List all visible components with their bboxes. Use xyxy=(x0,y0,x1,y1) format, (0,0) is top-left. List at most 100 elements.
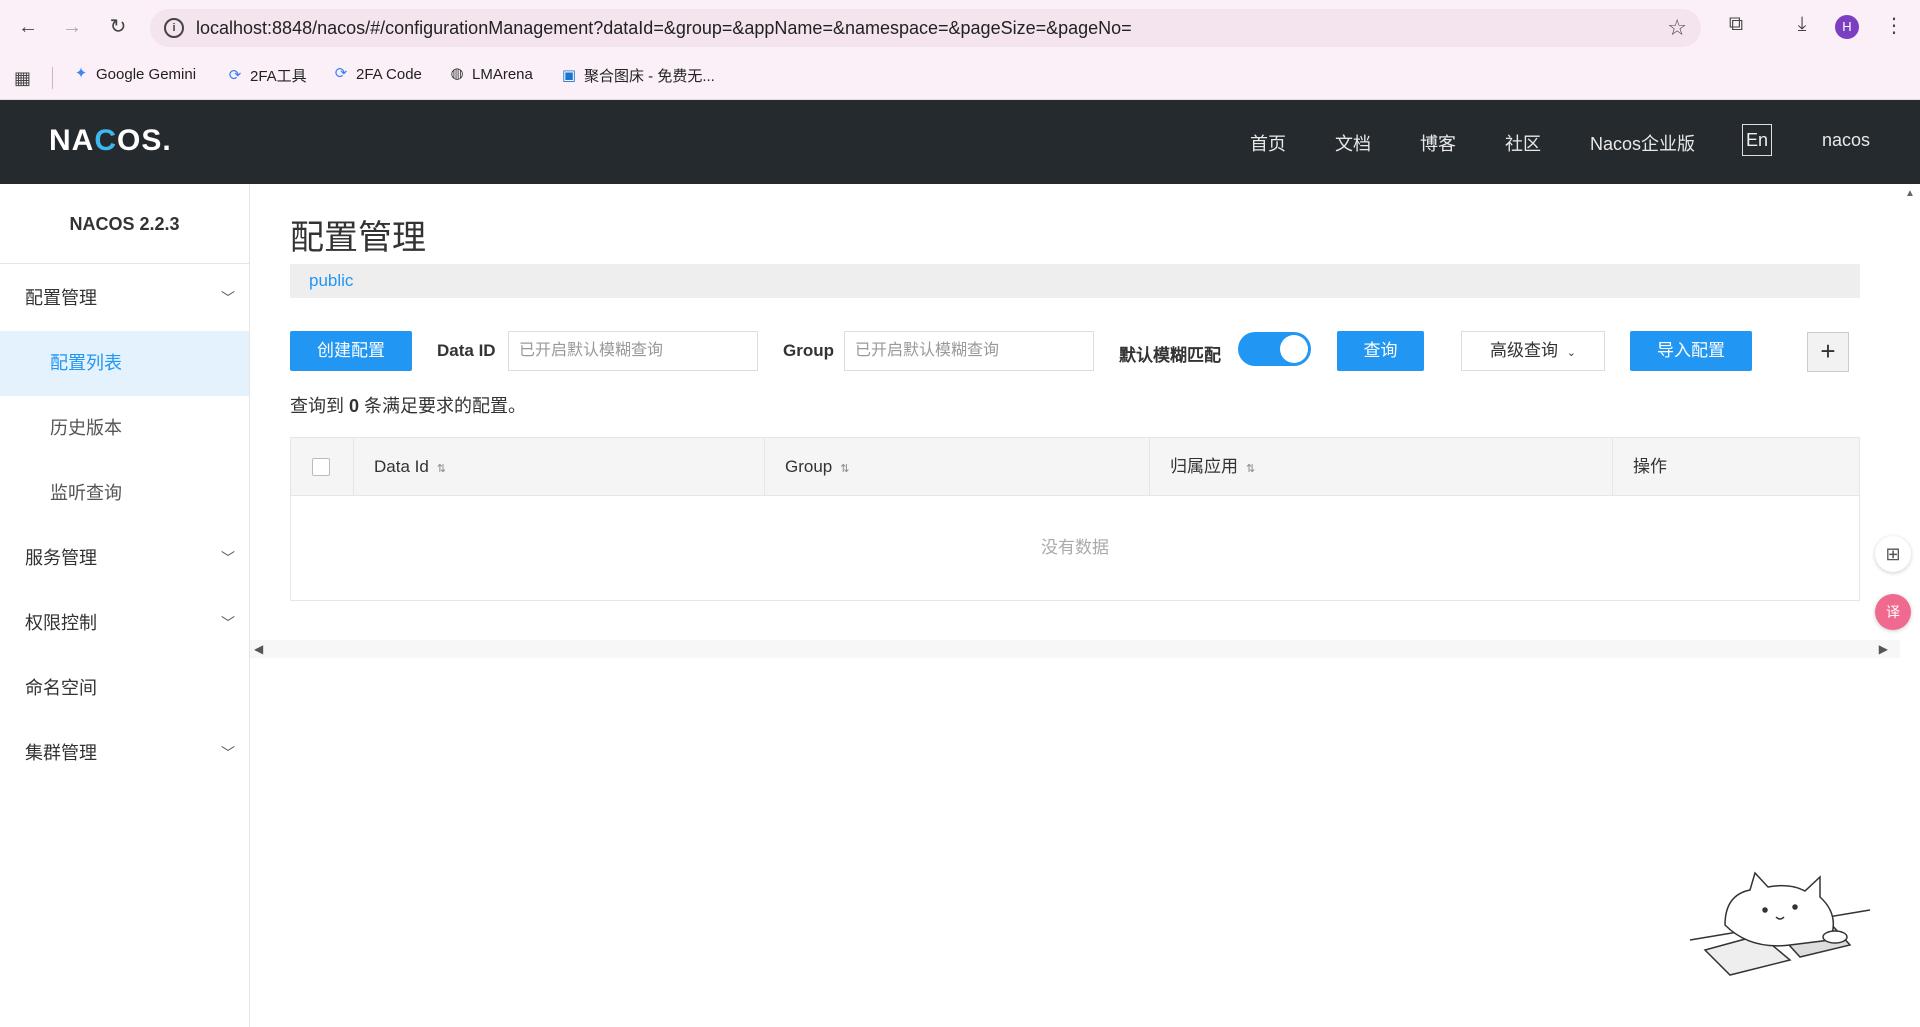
query-button[interactable]: 查询 xyxy=(1337,331,1424,371)
sidebar-item-label: 配置管理 xyxy=(25,288,97,308)
sidebar-item-label: 集群管理 xyxy=(25,743,97,763)
site-info-icon[interactable]: i xyxy=(164,18,184,38)
nav-blog[interactable]: 博客 xyxy=(1420,130,1456,156)
2fa-icon: ⟳ xyxy=(334,65,348,82)
column-label: 操作 xyxy=(1633,457,1667,476)
version-label: NACOS 2.2.3 xyxy=(0,184,249,264)
scroll-left-icon[interactable]: ◀ xyxy=(254,640,263,658)
bookmark-label: Google Gemini xyxy=(96,65,197,83)
profile-avatar[interactable]: H xyxy=(1835,15,1859,39)
dataid-input[interactable]: 已开启默认模糊查询 xyxy=(508,331,758,371)
sort-icon[interactable]: ⇅ xyxy=(1246,463,1255,475)
chevron-down-icon: ﹀ xyxy=(221,745,235,761)
more-actions-button[interactable]: + xyxy=(1807,332,1849,372)
create-config-button[interactable]: 创建配置 xyxy=(290,331,412,371)
sidebar-item-label: 服务管理 xyxy=(25,548,97,568)
sidebar-item-access-control[interactable]: 权限控制 ﹀ xyxy=(0,591,249,656)
bookmark-image-host[interactable]: ▣ 聚合图床 - 免费无... xyxy=(560,65,715,86)
nacos-logo[interactable]: NACOS. xyxy=(49,124,172,158)
app-header: NACOS. 首页 文档 博客 社区 Nacos企业版 En nacos xyxy=(0,100,1920,184)
bookmarks-bar: ▦ ✦ Google Gemini ⟳ 2FA工具 ⟳ 2FA Code ◍ L… xyxy=(0,55,1920,100)
bookmark-label: 2FA Code xyxy=(356,65,422,83)
bookmark-2fa-code[interactable]: ⟳ 2FA Code xyxy=(332,65,422,83)
scroll-up-icon[interactable]: ▲ xyxy=(1905,188,1915,199)
advanced-query-dropdown[interactable]: 高级查询 ⌄ xyxy=(1461,331,1605,371)
sidebar-item-cluster-management[interactable]: 集群管理 ﹀ xyxy=(0,721,249,786)
bookmark-2fa-tool[interactable]: ⟳ 2FA工具 xyxy=(226,65,307,86)
bookmark-lmarena[interactable]: ◍ LMArena xyxy=(448,65,533,83)
nav-docs[interactable]: 文档 xyxy=(1335,130,1371,156)
column-label: Group xyxy=(785,457,833,476)
sidebar-item-label: 命名空间 xyxy=(25,678,97,698)
table-header: Data Id ⇅ Group ⇅ 归属应用 ⇅ 操作 xyxy=(291,438,1859,496)
reload-icon[interactable]: ↻ xyxy=(104,13,132,41)
config-table: Data Id ⇅ Group ⇅ 归属应用 ⇅ 操作 没有数据 xyxy=(290,437,1860,601)
language-switch[interactable]: En xyxy=(1742,124,1772,156)
select-all-checkbox[interactable] xyxy=(312,458,330,476)
import-config-button[interactable]: 导入配置 xyxy=(1630,331,1752,371)
forward-icon[interactable]: → xyxy=(58,13,86,41)
nav-enterprise[interactable]: Nacos企业版 xyxy=(1590,130,1695,156)
sidebar-item-label: 历史版本 xyxy=(50,418,122,438)
sidebar-item-label: 配置列表 xyxy=(50,353,122,373)
main-content: 配置管理 public 创建配置 Data ID 已开启默认模糊查询 Group… xyxy=(250,184,1900,1027)
image-icon: ▣ xyxy=(561,66,577,84)
url-text[interactable]: localhost:8848/nacos/#/configurationMana… xyxy=(196,18,1132,39)
translate-icon[interactable]: 译 xyxy=(1875,594,1911,630)
result-count: 0 xyxy=(349,396,360,416)
chevron-down-icon: ﹀ xyxy=(221,615,235,631)
column-group[interactable]: Group ⇅ xyxy=(765,438,1150,496)
gemini-icon: ✦ xyxy=(74,65,88,82)
column-dataid[interactable]: Data Id ⇅ xyxy=(354,438,765,496)
bookmark-google-gemini[interactable]: ✦ Google Gemini xyxy=(72,65,196,83)
fuzzy-match-toggle[interactable] xyxy=(1238,332,1311,366)
sidebar-item-label: 权限控制 xyxy=(25,613,97,633)
scroll-right-icon[interactable]: ▶ xyxy=(1879,640,1888,658)
sidebar: NACOS 2.2.3 配置管理 ﹀ 配置列表 历史版本 监听查询 服务管理 ﹀… xyxy=(0,184,250,1027)
namespace-public[interactable]: public xyxy=(309,271,353,291)
sidebar-item-listener-query[interactable]: 监听查询 xyxy=(0,461,249,526)
extensions-icon[interactable]: ⧉ xyxy=(1722,13,1750,36)
dataid-label: Data ID xyxy=(437,341,496,360)
nav-community[interactable]: 社区 xyxy=(1505,130,1541,156)
chevron-down-icon: ⌄ xyxy=(1566,347,1576,359)
chevron-down-icon: ﹀ xyxy=(221,550,235,566)
sidebar-item-service-management[interactable]: 服务管理 ﹀ xyxy=(0,526,249,591)
column-app[interactable]: 归属应用 ⇅ xyxy=(1150,438,1613,496)
select-all-cell xyxy=(291,438,354,496)
user-menu[interactable]: nacos xyxy=(1822,130,1870,151)
nav-home[interactable]: 首页 xyxy=(1250,130,1286,156)
qr-code-icon[interactable]: ⊞ xyxy=(1875,536,1911,572)
bookmarks-divider xyxy=(52,67,53,89)
cat-keyboard-sticker xyxy=(1689,871,1871,976)
download-icon[interactable]: ⤓ xyxy=(1788,13,1816,36)
namespace-bar: public xyxy=(290,264,1860,298)
sort-icon[interactable]: ⇅ xyxy=(840,463,849,475)
advanced-query-label: 高级查询 xyxy=(1490,341,1559,360)
sidebar-item-history[interactable]: 历史版本 xyxy=(0,396,249,461)
apps-grid-icon[interactable]: ▦ xyxy=(14,68,31,89)
sidebar-item-config-management[interactable]: 配置管理 ﹀ xyxy=(0,266,249,331)
page-title: 配置管理 xyxy=(290,219,426,257)
globe-icon: ◍ xyxy=(450,65,464,82)
bookmark-label: 2FA工具 xyxy=(250,68,307,85)
2fa-icon: ⟳ xyxy=(228,66,242,84)
sidebar-item-config-list[interactable]: 配置列表 xyxy=(0,331,249,396)
result-prefix: 查询到 xyxy=(290,396,344,416)
column-label: 归属应用 xyxy=(1170,457,1238,476)
sort-icon[interactable]: ⇅ xyxy=(437,463,446,475)
result-summary: 查询到 0 条满足要求的配置。 xyxy=(290,392,526,418)
address-bar[interactable]: i localhost:8848/nacos/#/configurationMa… xyxy=(150,9,1701,47)
back-icon[interactable]: ← xyxy=(14,13,42,41)
horizontal-scrollbar[interactable]: ◀ ▶ xyxy=(250,640,1900,658)
bookmark-label: 聚合图床 - 免费无... xyxy=(584,68,715,85)
group-input[interactable]: 已开启默认模糊查询 xyxy=(844,331,1094,371)
menu-kebab-icon[interactable]: ⋮ xyxy=(1880,13,1908,38)
bookmark-star-icon[interactable]: ☆ xyxy=(1667,15,1687,41)
bookmark-label: LMArena xyxy=(472,65,533,83)
column-label: Data Id xyxy=(374,457,429,476)
fuzzy-match-label: 默认模糊匹配 xyxy=(1119,346,1221,365)
toggle-knob xyxy=(1280,335,1308,363)
empty-state: 没有数据 xyxy=(1041,538,1109,557)
sidebar-item-namespace[interactable]: 命名空间 xyxy=(0,656,249,721)
